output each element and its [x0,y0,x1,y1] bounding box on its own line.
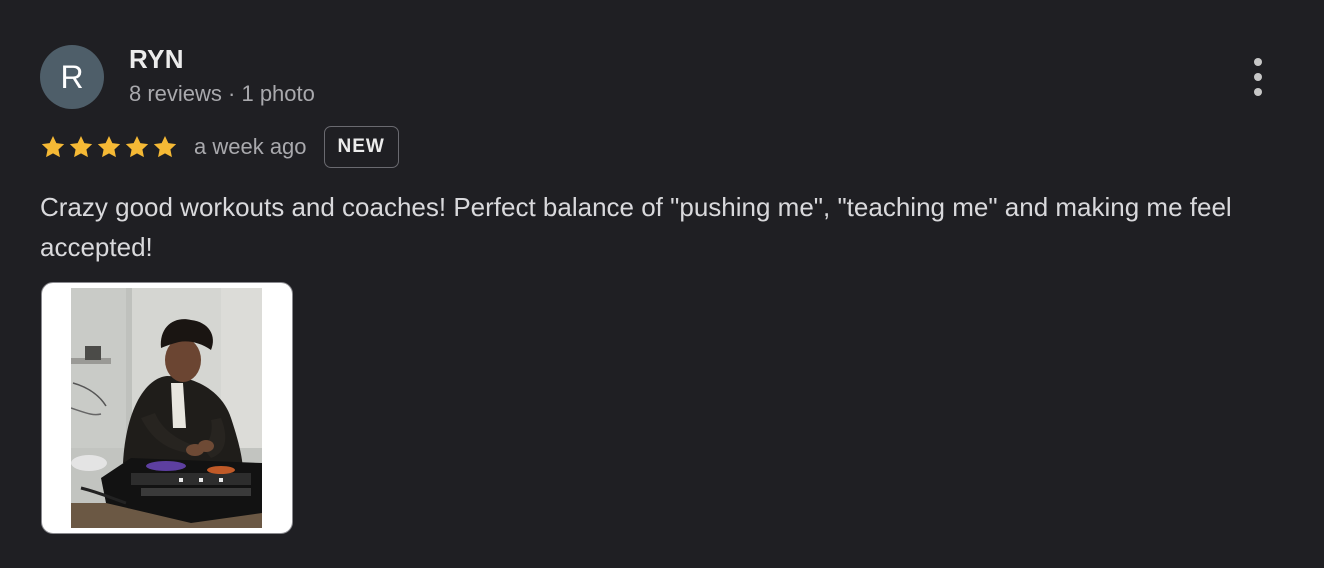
star-icon [69,135,93,158]
avatar[interactable]: R [40,45,104,109]
more-vert-icon [1254,58,1262,66]
star-icon [97,135,121,158]
new-badge: NEW [323,126,399,168]
review-text: Crazy good workouts and coaches! Perfect… [40,192,1232,262]
more-vert-icon-dot [1254,88,1262,96]
reviewer-name[interactable]: RYN [129,44,184,75]
star-icon [153,135,177,158]
dj-photo-image [71,288,262,528]
more-options-button[interactable] [1242,58,1274,96]
more-vert-icon-dot [1254,73,1262,81]
review-card: R RYN 8 reviews · 1 photo a week ago NEW… [0,0,1324,568]
rating-row: a week ago NEW [40,124,399,170]
star-icon [125,135,149,158]
review-photo[interactable] [41,282,293,534]
star-rating [40,134,178,160]
star-icon [41,135,65,158]
avatar-initial: R [60,59,84,95]
reviewer-meta: 8 reviews · 1 photo [129,81,315,106]
review-time: a week ago [194,134,307,159]
